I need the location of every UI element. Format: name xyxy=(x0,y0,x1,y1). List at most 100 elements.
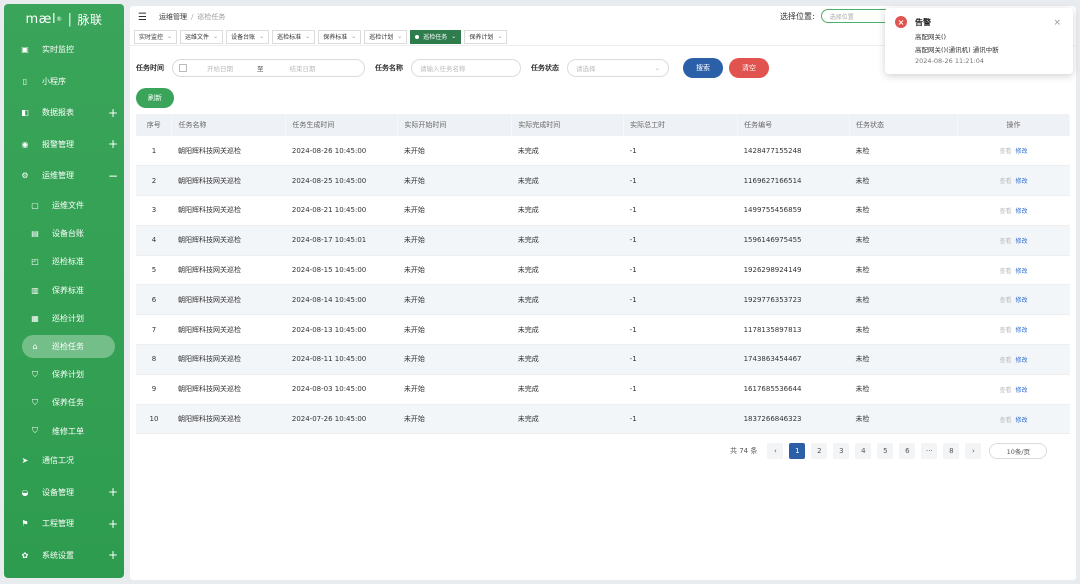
sidebar-item[interactable]: ▤ 设备台账 xyxy=(4,220,124,248)
breadcrumb-item-ops[interactable]: 运维管理 xyxy=(159,13,187,21)
sidebar-item[interactable]: ➤ 通信工况 xyxy=(4,445,124,477)
sidebar-item[interactable]: ⚑ 工程管理 + xyxy=(4,508,124,540)
sidebar-item[interactable]: ◧ 数据报表 + xyxy=(4,97,124,129)
sidebar-item[interactable]: ▥ 保养标准 xyxy=(4,276,124,304)
search-button[interactable]: 搜索 xyxy=(683,58,723,78)
start-date-input[interactable]: 开始日期 xyxy=(207,63,233,73)
view-link[interactable]: 查看 xyxy=(999,148,1011,155)
plus-icon[interactable]: + xyxy=(108,518,118,530)
chevron-down-icon[interactable]: ⌄ xyxy=(305,33,310,40)
sidebar-item[interactable]: ◒ 设备管理 + xyxy=(4,477,124,509)
tab-item[interactable]: 设备台账 ⌄ xyxy=(226,29,270,44)
next-page-button[interactable]: › xyxy=(965,443,982,459)
sidebar-item-label: 小程序 xyxy=(42,76,66,86)
chevron-down-icon[interactable]: ⌄ xyxy=(451,33,456,40)
minus-icon[interactable]: − xyxy=(108,170,118,182)
view-link[interactable]: 查看 xyxy=(999,417,1011,424)
chevron-down-icon[interactable]: ⌄ xyxy=(259,33,264,40)
table-cell: 朝阳辉科技网关巡检 xyxy=(171,404,286,435)
edit-link[interactable]: 修改 xyxy=(1015,208,1027,215)
tab-item[interactable]: 保养计划 ⌄ xyxy=(464,29,508,44)
page-button[interactable]: 3 xyxy=(833,443,850,459)
tab-item[interactable]: 巡检计划 ⌄ xyxy=(364,29,408,44)
page-button[interactable]: 8 xyxy=(943,443,960,459)
sidebar-item[interactable]: ⌂ 巡检任务 xyxy=(4,332,124,360)
table-cell: 2024-08-25 10:45:00 xyxy=(285,165,398,197)
chevron-down-icon[interactable]: ⌄ xyxy=(213,33,218,40)
plus-icon[interactable]: + xyxy=(108,549,118,561)
page-button[interactable]: 5 xyxy=(877,443,894,459)
plus-icon[interactable]: + xyxy=(108,107,118,119)
edit-link[interactable]: 修改 xyxy=(1015,238,1027,245)
sidebar-item-label: 实时监控 xyxy=(42,45,74,55)
view-link[interactable]: 查看 xyxy=(999,208,1011,215)
table-cell: 10 xyxy=(136,404,172,435)
chevron-down-icon[interactable]: ⌄ xyxy=(497,33,502,40)
prev-page-button[interactable]: ‹ xyxy=(767,443,784,459)
view-link[interactable]: 查看 xyxy=(999,178,1011,185)
edit-link[interactable]: 修改 xyxy=(1015,268,1027,275)
menu-toggle-icon[interactable]: ☰ xyxy=(138,12,147,23)
tab-item[interactable]: 巡检标准 ⌄ xyxy=(272,29,316,44)
page-button[interactable]: 2 xyxy=(811,443,828,459)
registered-mark: ® xyxy=(56,15,63,23)
sidebar-item[interactable]: ✿ 系统设置 + xyxy=(4,540,124,572)
refresh-button[interactable]: 刷新 xyxy=(136,88,174,108)
page-button[interactable]: 6 xyxy=(899,443,916,459)
tab-item[interactable]: 实时监控 ⌄ xyxy=(134,29,178,44)
chevron-down-icon[interactable]: ⌄ xyxy=(351,33,356,40)
table-cell: 未完成 xyxy=(511,314,624,346)
sidebar-item[interactable]: ◰ 巡检标准 xyxy=(4,248,124,276)
page-button[interactable]: 1 xyxy=(789,443,806,459)
edit-link[interactable]: 修改 xyxy=(1015,417,1027,424)
chevron-down-icon[interactable]: ⌄ xyxy=(167,33,172,40)
tab-item[interactable]: 巡检任务 ⌄ xyxy=(410,29,462,44)
sidebar-item[interactable]: ⚙ 运维管理 − xyxy=(4,160,124,192)
table-cell: -1 xyxy=(623,165,738,197)
sidebar-item[interactable]: ▦ 巡检计划 xyxy=(4,304,124,332)
chevron-down-icon[interactable]: ⌄ xyxy=(397,33,402,40)
edit-link[interactable]: 修改 xyxy=(1015,387,1027,394)
sidebar-item[interactable]: ⛉ 保养任务 xyxy=(4,389,124,417)
end-date-input[interactable]: 结束日期 xyxy=(290,63,316,73)
table-cell: 1169627166514 xyxy=(737,165,850,197)
clear-button[interactable]: 清空 xyxy=(729,58,769,78)
view-link[interactable]: 查看 xyxy=(999,268,1011,275)
close-icon[interactable]: × xyxy=(1053,18,1061,28)
sidebar-item[interactable]: ⛉ 维修工单 xyxy=(4,417,124,445)
table-row: 8 朝阳辉科技网关巡检 2024-08-11 10:45:00 未开始 未完成 -1 174… xyxy=(136,344,1070,375)
view-link[interactable]: 查看 xyxy=(999,238,1011,245)
edit-link[interactable]: 修改 xyxy=(1015,297,1027,304)
edit-link[interactable]: 修改 xyxy=(1015,178,1027,185)
plus-icon[interactable]: + xyxy=(108,486,118,498)
task-status-select[interactable]: 请选择 ⌄ xyxy=(567,59,669,77)
sidebar-item[interactable]: ◉ 报警管理 + xyxy=(4,129,124,161)
page-size-select[interactable]: 10条/页 xyxy=(989,443,1048,459)
table-cell: 未开始 xyxy=(397,165,512,197)
tab-item[interactable]: 保养标准 ⌄ xyxy=(318,29,362,44)
sidebar-item-label: 数据报表 xyxy=(42,108,74,118)
table-cell: 1617685536644 xyxy=(737,374,850,405)
view-link[interactable]: 查看 xyxy=(999,327,1011,334)
page-button[interactable]: 4 xyxy=(855,443,872,459)
sidebar-item[interactable]: ▢ 运维文件 xyxy=(4,192,124,220)
table-cell: 未开始 xyxy=(397,404,512,435)
view-link[interactable]: 查看 xyxy=(999,357,1011,364)
tab-item[interactable]: 运维文件 ⌄ xyxy=(180,29,224,44)
date-range-picker[interactable]: 开始日期 至 结束日期 xyxy=(172,59,365,77)
page-button[interactable]: ··· xyxy=(921,443,938,459)
table-cell: 2024-08-17 10:45:01 xyxy=(285,225,398,256)
plus-icon[interactable]: + xyxy=(108,138,118,150)
task-name-input[interactable]: 请输入任务名称 xyxy=(411,59,521,77)
sidebar-item[interactable]: ▣ 实时监控 xyxy=(4,34,124,66)
table-cell: 未检 xyxy=(849,374,958,405)
flag-icon: ⚑ xyxy=(21,519,29,529)
view-link[interactable]: 查看 xyxy=(999,297,1011,304)
sidebar-item[interactable]: ▯ 小程序 xyxy=(4,66,124,98)
table-cell: 未完成 xyxy=(511,136,624,167)
view-link[interactable]: 查看 xyxy=(999,387,1011,394)
edit-link[interactable]: 修改 xyxy=(1015,357,1027,364)
edit-link[interactable]: 修改 xyxy=(1015,327,1027,334)
edit-link[interactable]: 修改 xyxy=(1015,148,1027,155)
sidebar-item[interactable]: ⛉ 保养计划 xyxy=(4,361,124,389)
